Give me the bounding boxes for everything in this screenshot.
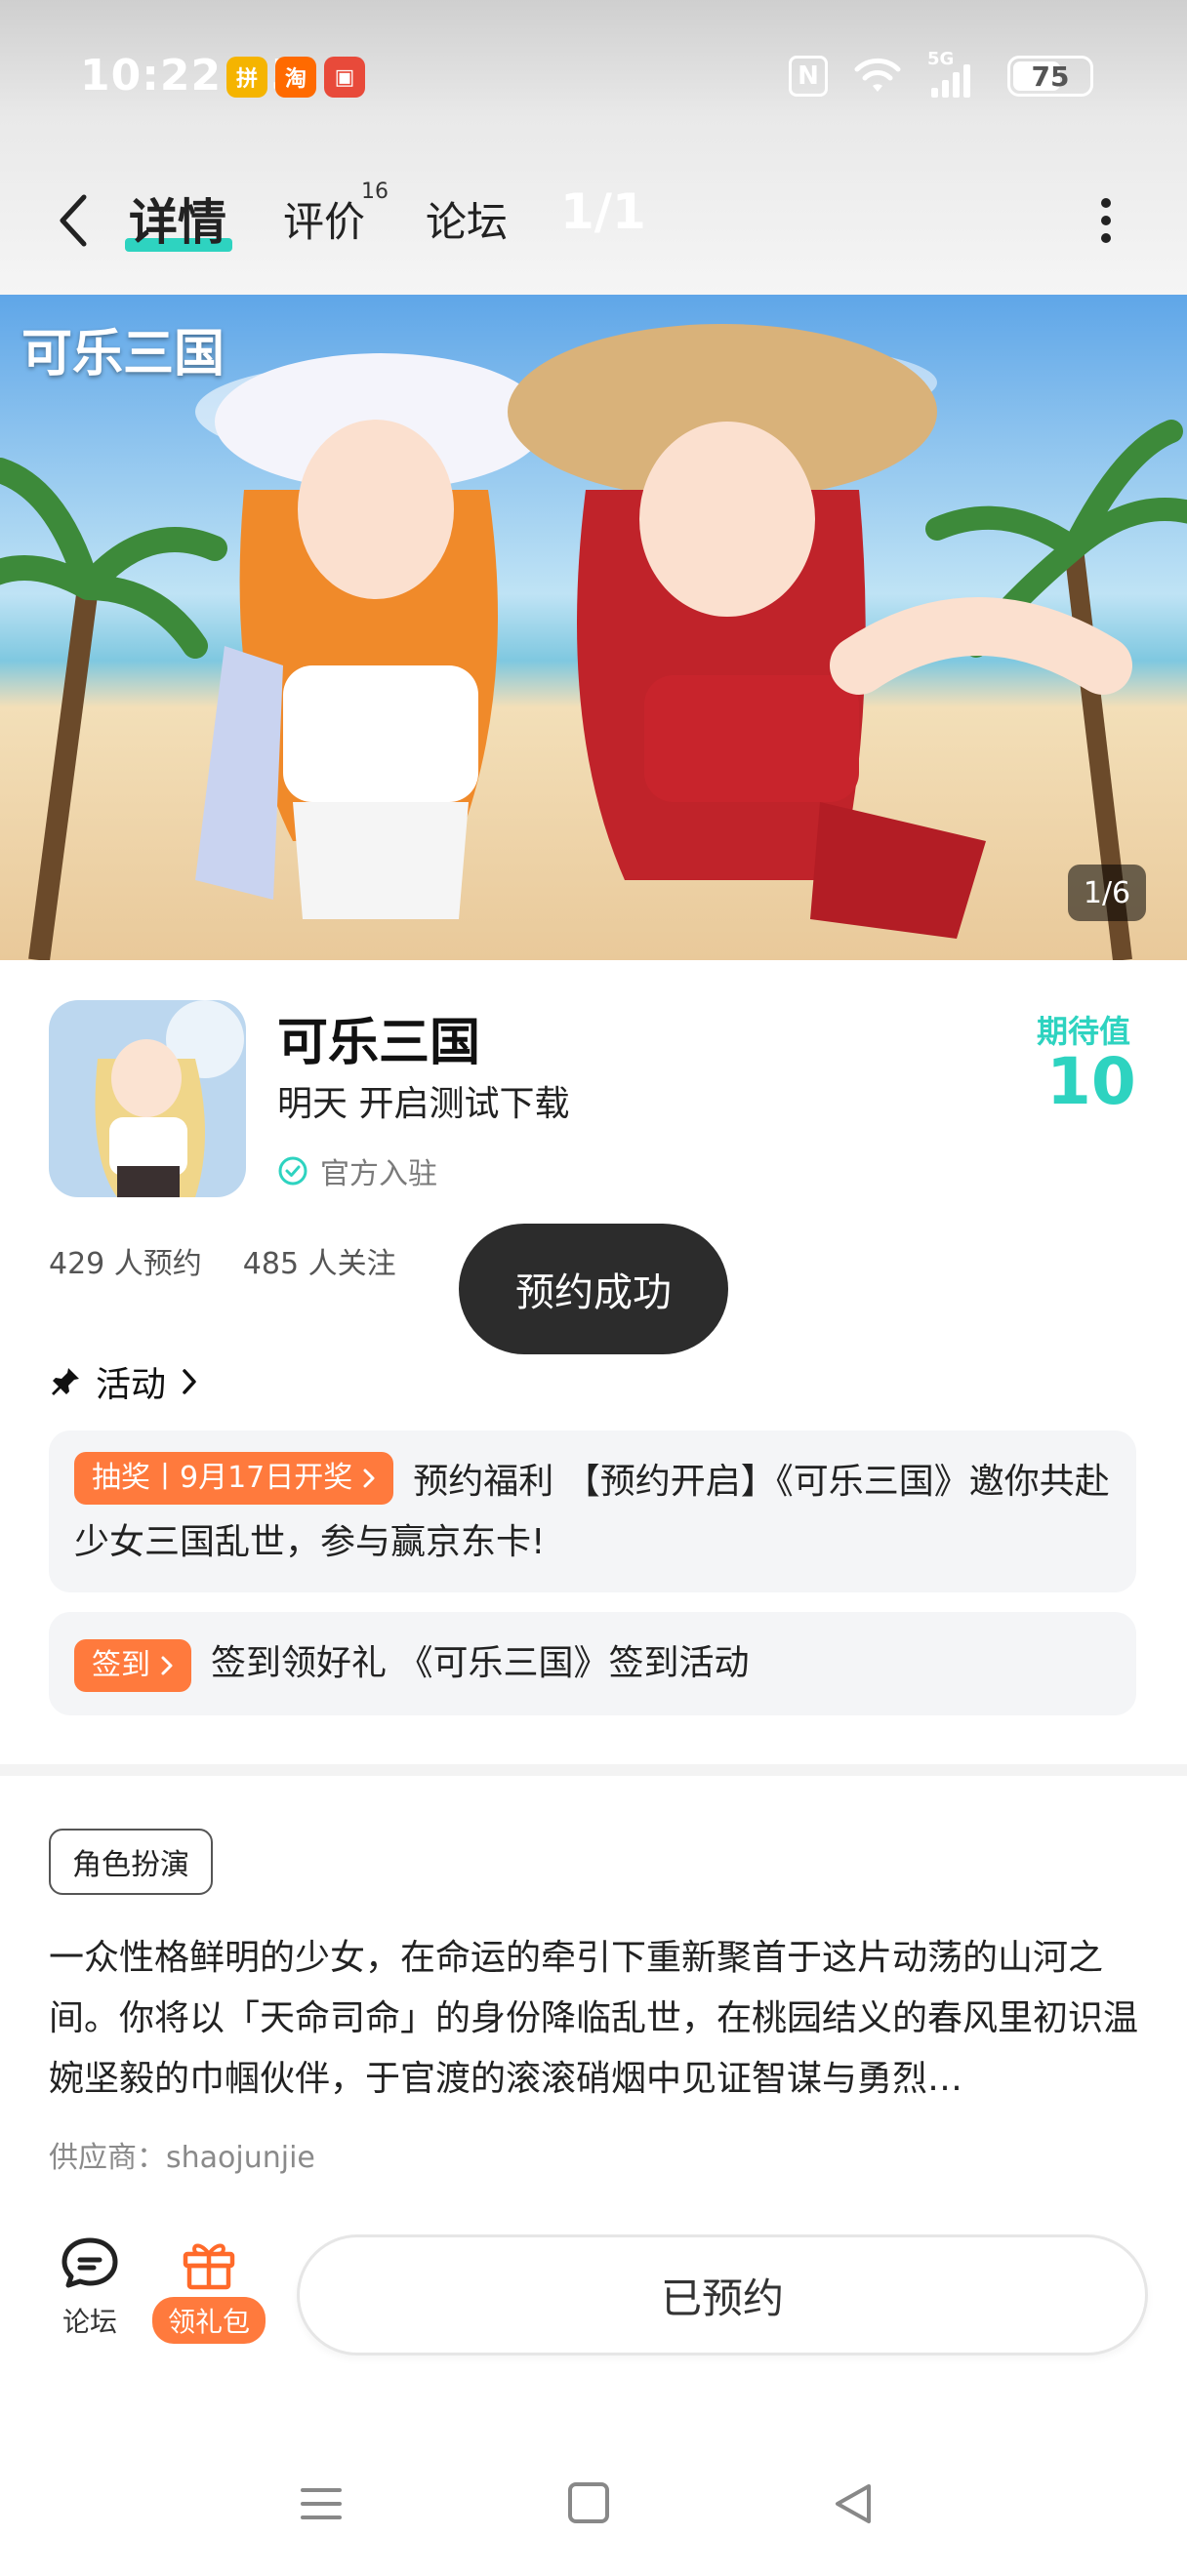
more-options-icon[interactable] xyxy=(1091,189,1121,252)
game-app-icon xyxy=(49,1000,246,1197)
activity-card-checkin[interactable]: 签到 签到领好礼 《可乐三国》签到活动 xyxy=(49,1612,1136,1715)
supplier-info: 供应商：shaojunjie xyxy=(49,2141,315,2175)
banner-game-logo: 可乐三国 xyxy=(21,324,225,383)
game-title: 可乐三国 xyxy=(277,1014,481,1072)
game-description[interactable]: 一众性格鲜明的少女，在命运的牵引下重新聚首于这片动荡的山河之间。你将以「天命司命… xyxy=(49,1928,1142,2110)
checkin-tag-label: 签到 xyxy=(92,1648,150,1682)
gift-pack-label: 领礼包 xyxy=(152,2297,266,2344)
status-bar: 10:22:25 拼 淘 ▣ N 5G 75 xyxy=(0,47,1187,109)
activities-header[interactable]: 活动 xyxy=(49,1356,199,1407)
lottery-tag[interactable]: 抽奖丨9月17日开奖 xyxy=(74,1452,394,1505)
pin-icon xyxy=(52,1368,79,1395)
reservation-count: 429 人预约 xyxy=(49,1247,202,1281)
expectation-score: 10 xyxy=(1046,1044,1136,1119)
system-navigation-bar xyxy=(0,2469,1187,2537)
recent-apps-icon[interactable] xyxy=(299,2484,344,2523)
system-back-icon[interactable] xyxy=(832,2480,875,2527)
lottery-tag-label: 抽奖丨9月17日开奖 xyxy=(92,1461,353,1495)
banner-illustration xyxy=(0,295,1187,960)
banner-image-counter: 1/6 xyxy=(1068,865,1146,921)
checkin-activity-text: 签到领好礼 《可乐三国》签到活动 xyxy=(211,1643,750,1683)
gift-pack-button[interactable]: 领礼包 xyxy=(152,2234,266,2344)
game-stats: 429 人预约 485 人关注 xyxy=(49,1239,396,1282)
reserved-button[interactable]: 已预约 xyxy=(297,2234,1148,2355)
top-navigation: 详情 评价 16 论坛 1/1 xyxy=(0,176,1187,263)
activities-title: 活动 xyxy=(96,1365,167,1405)
chevron-right-icon xyxy=(363,1469,375,1488)
official-badge: 官方入驻 xyxy=(277,1149,437,1192)
forum-chat-icon xyxy=(61,2237,118,2288)
home-icon[interactable] xyxy=(568,2482,609,2523)
battery-icon: 75 xyxy=(1007,56,1093,97)
tab-forum[interactable]: 论坛 xyxy=(426,189,508,249)
forum-button[interactable]: 论坛 xyxy=(59,2234,121,2340)
activity-card-lottery[interactable]: 抽奖丨9月17日开奖 预约福利 【预约开启】《可乐三国》邀你共赴少女三国乱世，参… xyxy=(49,1430,1136,1592)
bottom-action-bar: 论坛 领礼包 已预约 xyxy=(0,2215,1187,2371)
checkin-tag[interactable]: 签到 xyxy=(74,1639,191,1692)
back-arrow-icon[interactable] xyxy=(51,189,100,252)
status-right-group: N 5G 75 xyxy=(789,49,1093,98)
verified-check-icon xyxy=(278,1156,307,1186)
follower-count: 485 人关注 xyxy=(242,1247,396,1281)
reviews-count-badge: 16 xyxy=(361,180,389,204)
official-label: 官方入驻 xyxy=(320,1157,437,1191)
page-indicator: 1/1 xyxy=(560,183,646,240)
calendar-app-icon: ▣ xyxy=(324,57,365,98)
wifi-icon xyxy=(854,58,901,92)
pinduoduo-icon: 拼 xyxy=(226,57,267,98)
status-app-icons: 拼 淘 ▣ xyxy=(226,57,365,98)
battery-level: 75 xyxy=(1031,60,1070,93)
nfc-icon: N xyxy=(789,56,828,97)
taobao-icon: 淘 xyxy=(275,57,316,98)
forum-button-label: 论坛 xyxy=(61,2306,117,2338)
tab-reviews[interactable]: 评价 xyxy=(283,189,365,249)
genre-tag[interactable]: 角色扮演 xyxy=(49,1829,213,1895)
cellular-signal-icon: 5G xyxy=(927,49,982,98)
reservation-success-toast: 预约成功 xyxy=(459,1224,728,1354)
game-release-status: 明天 开启测试下载 xyxy=(277,1084,570,1124)
section-divider xyxy=(0,1764,1187,1776)
chevron-right-icon xyxy=(161,1656,173,1675)
tab-details[interactable]: 详情 xyxy=(129,183,226,254)
gift-icon xyxy=(183,2243,235,2290)
game-banner-image[interactable]: 可乐三国 1/6 xyxy=(0,295,1187,960)
chevron-right-icon xyxy=(183,1369,196,1394)
